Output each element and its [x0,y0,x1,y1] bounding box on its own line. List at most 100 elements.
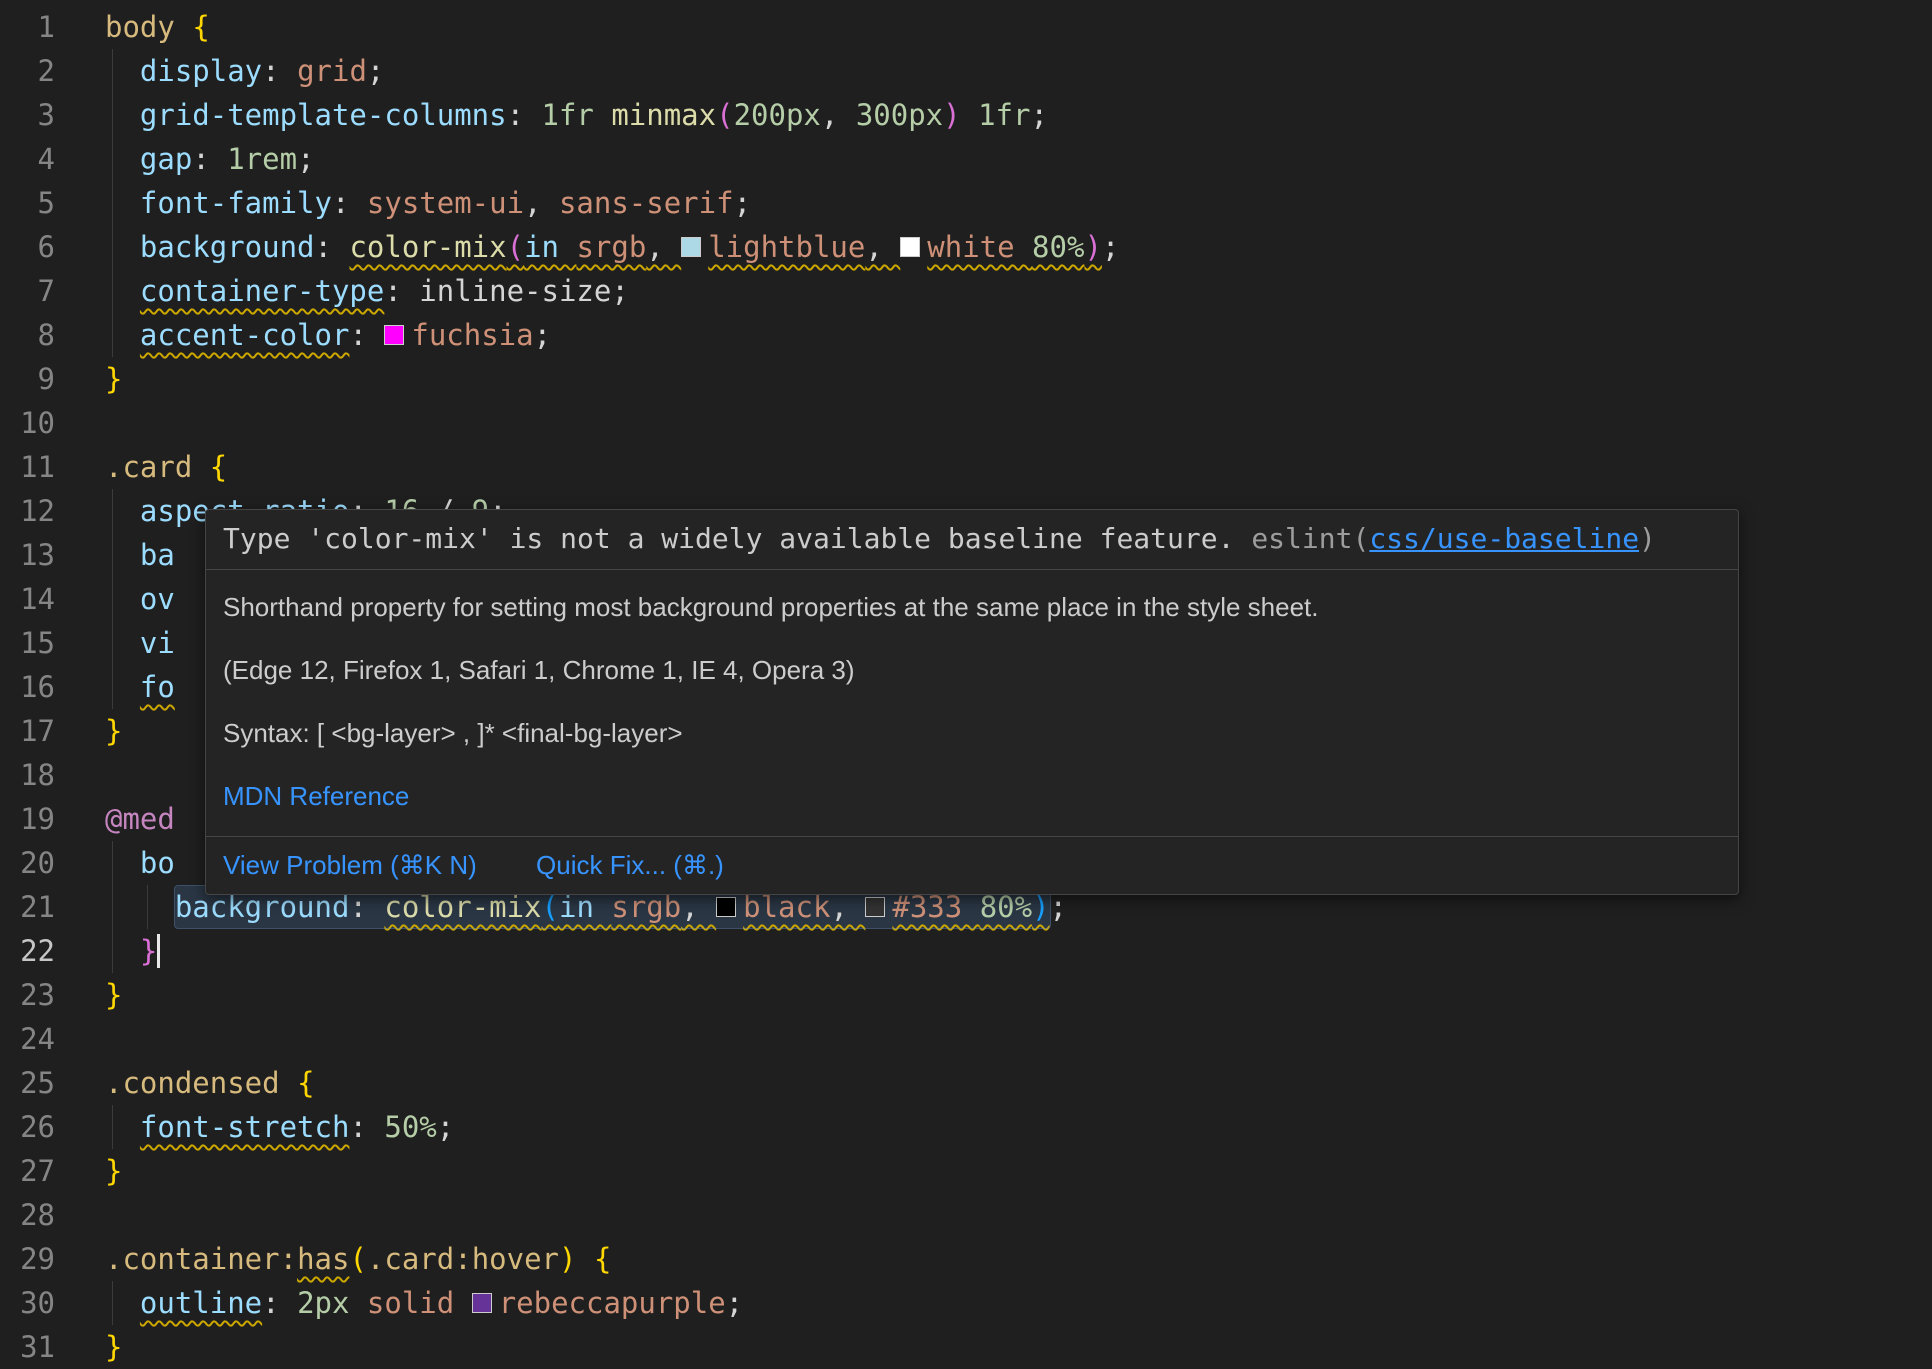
token: : [384,274,419,308]
code-line[interactable]: 1body { [0,5,1932,49]
line-number[interactable]: 21 [0,885,105,929]
color-swatch[interactable] [900,237,920,257]
code-line[interactable]: 25.condensed { [0,1061,1932,1105]
line-number[interactable]: 22 [0,929,105,973]
line-number[interactable]: 11 [0,445,105,489]
indent-guide [112,181,113,225]
line-number[interactable]: 10 [0,401,105,445]
indent-guide [112,137,113,181]
line-number[interactable]: 1 [0,5,105,49]
line-number[interactable]: 19 [0,797,105,841]
token: background [140,230,315,264]
token: grid [297,54,367,88]
line-number[interactable]: 28 [0,1193,105,1237]
token: 80% [980,890,1032,924]
line-content: } [105,357,1932,401]
diagnostic-text: Type 'color-mix' is not a widely availab… [223,522,1251,555]
token [105,890,175,924]
line-number[interactable]: 26 [0,1105,105,1149]
color-swatch[interactable] [681,237,701,257]
color-swatch[interactable] [384,325,404,345]
code-line[interactable]: 27} [0,1149,1932,1193]
line-content: outline: 2px solid rebeccapurple; [105,1281,1932,1325]
eslint-rule-link[interactable]: css/use-baseline [1369,522,1639,555]
token: ) [943,98,960,132]
line-number[interactable]: 5 [0,181,105,225]
line-number[interactable]: 14 [0,577,105,621]
line-number[interactable]: 18 [0,753,105,797]
code-line[interactable]: 7 container-type: inline-size; [0,269,1932,313]
line-number[interactable]: 17 [0,709,105,753]
code-line[interactable]: 31} [0,1325,1932,1369]
code-line[interactable]: 29.container:has(.card:hover) { [0,1237,1932,1281]
line-content [105,1017,1932,1061]
token: , [646,230,681,264]
indent-guide [112,489,113,533]
code-line[interactable]: 10 [0,401,1932,445]
code-editor[interactable]: 1body {2 display: grid;3 grid-template-c… [0,0,1932,1358]
token: , [821,98,856,132]
token: srgb [611,890,681,924]
line-number[interactable]: 6 [0,225,105,269]
code-line[interactable]: 6 background: color-mix(in srgb, lightbl… [0,225,1932,269]
token: .card [367,1242,454,1276]
token: minmax [611,98,716,132]
code-line[interactable]: 2 display: grid; [0,49,1932,93]
code-line[interactable]: 5 font-family: system-ui, sans-serif; [0,181,1932,225]
indent-guide [112,665,113,709]
line-number[interactable]: 3 [0,93,105,137]
color-swatch[interactable] [472,1293,492,1313]
code-line[interactable]: 3 grid-template-columns: 1fr minmax(200p… [0,93,1932,137]
line-number[interactable]: 15 [0,621,105,665]
code-line[interactable]: 23} [0,973,1932,1017]
line-number[interactable]: 4 [0,137,105,181]
quick-fix-link[interactable]: Quick Fix... (⌘.) [536,850,724,880]
line-number[interactable]: 23 [0,973,105,1017]
indent-guide [112,885,113,929]
line-number[interactable]: 27 [0,1149,105,1193]
code-line[interactable]: 4 gap: 1rem; [0,137,1932,181]
token: : [349,890,384,924]
token: background [175,890,350,924]
token: :hover [454,1242,559,1276]
line-content: } [105,1325,1932,1369]
code-line[interactable]: 24 [0,1017,1932,1061]
color-swatch[interactable] [865,897,885,917]
line-number[interactable]: 20 [0,841,105,885]
line-number[interactable]: 30 [0,1281,105,1325]
indent-guide [112,577,113,621]
token: color-mix [384,890,541,924]
line-content: gap: 1rem; [105,137,1932,181]
code-line[interactable]: 26 font-stretch: 50%; [0,1105,1932,1149]
line-number[interactable]: 25 [0,1061,105,1105]
code-line[interactable]: 22 } [0,929,1932,973]
token: .condensed [105,1066,297,1100]
code-line[interactable]: 28 [0,1193,1932,1237]
token: .card [105,450,210,484]
line-number[interactable]: 8 [0,313,105,357]
mdn-reference-link[interactable]: MDN Reference [223,781,409,811]
line-number[interactable]: 12 [0,489,105,533]
code-line[interactable]: 8 accent-color: fuchsia; [0,313,1932,357]
code-line[interactable]: 11.card { [0,445,1932,489]
line-number[interactable]: 9 [0,357,105,401]
token [105,1286,140,1320]
line-number[interactable]: 31 [0,1325,105,1369]
token: } [105,1330,122,1364]
line-number[interactable]: 29 [0,1237,105,1281]
line-number[interactable]: 24 [0,1017,105,1061]
line-number[interactable]: 13 [0,533,105,577]
color-swatch[interactable] [716,897,736,917]
line-number[interactable]: 7 [0,269,105,313]
token: 300px [856,98,943,132]
line-number[interactable]: 2 [0,49,105,93]
token: , [830,890,865,924]
token [576,1242,593,1276]
view-problem-link[interactable]: View Problem (⌘K N) [223,850,477,880]
token: 1rem [227,142,297,176]
code-line[interactable]: 30 outline: 2px solid rebeccapurple; [0,1281,1932,1325]
code-line[interactable]: 9} [0,357,1932,401]
line-number[interactable]: 16 [0,665,105,709]
indent-guide [112,1281,113,1325]
line-content: display: grid; [105,49,1932,93]
